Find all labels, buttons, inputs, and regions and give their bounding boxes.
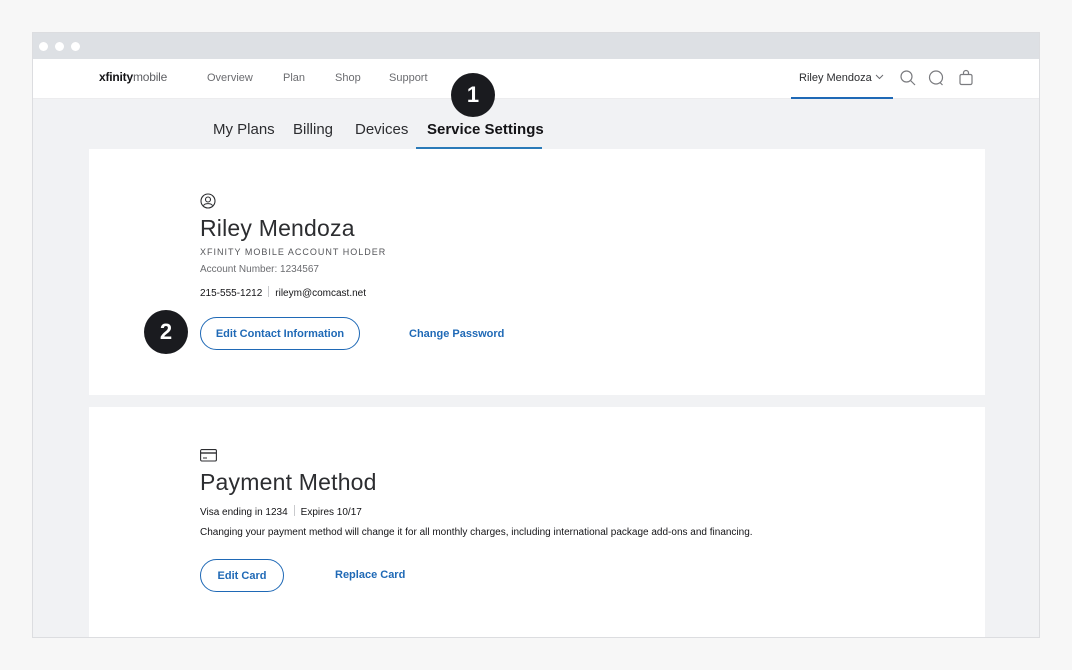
- nav-shop[interactable]: Shop: [335, 72, 361, 84]
- edit-card-button[interactable]: Edit Card: [200, 559, 284, 592]
- nav-plan[interactable]: Plan: [283, 72, 305, 84]
- contact-divider: [268, 286, 270, 297]
- card-divider: [293, 505, 295, 516]
- search-icon[interactable]: [899, 69, 917, 87]
- replace-card-link[interactable]: Replace Card: [335, 569, 405, 581]
- payment-method-card: Payment Method Visa ending in 1234 Expire…: [89, 407, 985, 637]
- tab-devices[interactable]: Devices: [355, 121, 408, 138]
- chevron-down-icon: [875, 72, 884, 83]
- payment-method-title: Payment Method: [200, 469, 377, 495]
- card-expiry: Expires 10/17: [300, 507, 362, 518]
- shopping-bag-icon[interactable]: [957, 69, 975, 87]
- user-circle-icon: [200, 193, 216, 214]
- window-titlebar: [33, 33, 1039, 59]
- account-phone: 215-555-1212: [200, 288, 263, 299]
- card-details-line: Visa ending in 1234 Expires 10/17: [200, 505, 362, 518]
- user-menu-name: Riley Mendoza: [799, 72, 872, 84]
- logo-product: mobile: [132, 70, 168, 84]
- account-number: Account Number: 1234567: [200, 264, 319, 275]
- account-holder-name: Riley Mendoza: [200, 215, 355, 241]
- chat-icon[interactable]: [927, 69, 945, 87]
- change-password-link[interactable]: Change Password: [409, 328, 504, 340]
- service-tabs: My Plans Billing Devices Service Setting…: [33, 99, 1039, 149]
- account-role: XFINITY MOBILE ACCOUNT HOLDER: [200, 247, 387, 257]
- card-ending: Visa ending in 1234: [200, 507, 288, 518]
- window-maximize-dot[interactable]: [71, 42, 80, 51]
- xfinity-mobile-logo[interactable]: xfinitymobile: [99, 70, 167, 84]
- contact-line: 215-555-1212 rileym@comcast.net: [200, 286, 366, 299]
- account-email: rileym@comcast.net: [275, 288, 367, 299]
- nav-support[interactable]: Support: [389, 72, 428, 84]
- top-navigation: xfinitymobile Overview Plan Shop Support…: [33, 59, 1039, 99]
- callout-badge-1: 1: [451, 73, 495, 117]
- tab-billing[interactable]: Billing: [293, 121, 333, 138]
- tab-service-settings[interactable]: Service Settings: [427, 121, 544, 138]
- tab-my-plans[interactable]: My Plans: [213, 121, 275, 138]
- logo-brand: xfinity: [99, 70, 133, 84]
- user-menu[interactable]: Riley Mendoza: [791, 59, 893, 99]
- window-close-dot[interactable]: [39, 42, 48, 51]
- nav-overview[interactable]: Overview: [207, 72, 253, 84]
- payment-change-note: Changing your payment method will change…: [200, 527, 753, 538]
- edit-contact-information-button[interactable]: Edit Contact Information: [200, 317, 360, 350]
- window-minimize-dot[interactable]: [55, 42, 64, 51]
- account-card: Riley Mendoza XFINITY MOBILE ACCOUNT HOL…: [89, 149, 985, 395]
- callout-badge-2: 2: [144, 310, 188, 354]
- credit-card-icon: [200, 449, 217, 467]
